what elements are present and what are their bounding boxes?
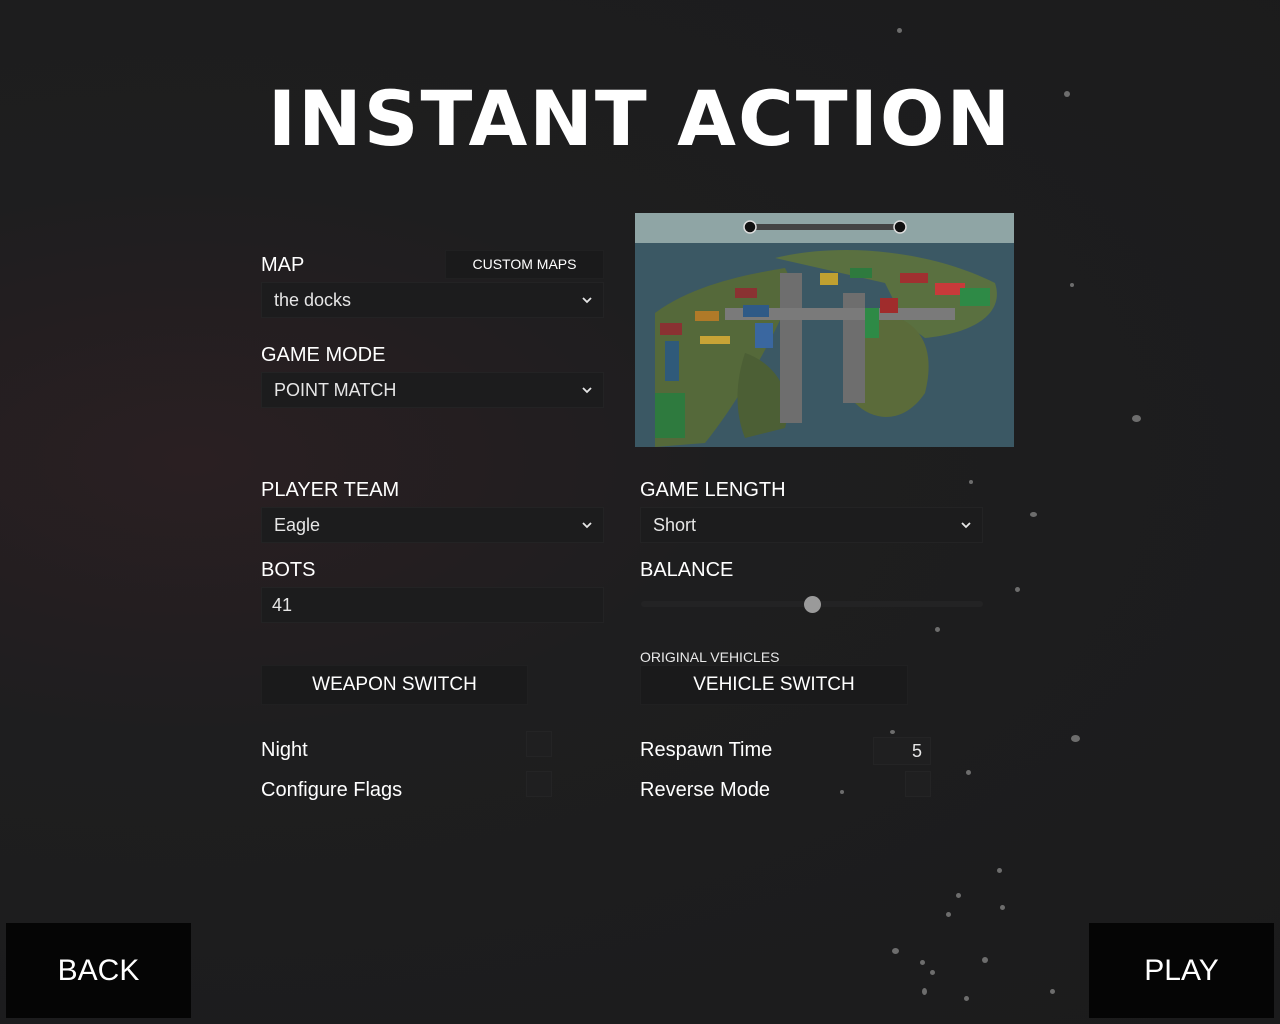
particle [969, 480, 973, 484]
game-mode-dropdown[interactable]: POINT MATCH [261, 372, 604, 408]
balance-label: BALANCE [640, 559, 734, 581]
weapon-switch-label: WEAPON SWITCH [312, 674, 477, 695]
map-dropdown-value: the docks [274, 290, 352, 310]
particle [997, 868, 1002, 873]
page-title: INSTANT ACTION [267, 74, 1013, 163]
chevron-down-icon [582, 522, 592, 529]
chevron-down-icon [961, 522, 971, 529]
particle [956, 893, 961, 898]
game-mode-label: GAME MODE [261, 344, 386, 366]
chevron-down-icon [582, 387, 592, 394]
custom-maps-button[interactable]: CUSTOM MAPS [445, 250, 604, 279]
player-team-label: PLAYER TEAM [261, 479, 400, 501]
night-checkbox[interactable] [526, 731, 552, 757]
particle [930, 970, 935, 975]
game-length-dropdown[interactable]: Short [640, 507, 983, 543]
bots-label: BOTS [261, 559, 316, 581]
reverse-mode-checkbox[interactable] [905, 771, 931, 797]
particle [1030, 512, 1037, 517]
game-length-label: GAME LENGTH [640, 479, 786, 501]
play-button[interactable]: PLAY [1089, 923, 1274, 1018]
game-length-dropdown-value: Short [653, 515, 697, 535]
back-button-label: BACK [57, 954, 140, 987]
particle [946, 912, 951, 917]
particle [890, 730, 895, 734]
game-mode-dropdown-value: POINT MATCH [274, 380, 397, 400]
vehicle-switch-button[interactable]: VEHICLE SWITCH [640, 665, 908, 705]
weapon-switch-button[interactable]: WEAPON SWITCH [261, 665, 528, 705]
bots-input-value: 41 [272, 595, 293, 615]
configure-flags-checkbox[interactable] [526, 771, 552, 797]
particle [920, 960, 925, 965]
map-dropdown[interactable]: the docks [261, 282, 604, 318]
respawn-time-value: 5 [911, 741, 922, 761]
balance-slider-handle[interactable] [804, 596, 821, 613]
map-preview-graphic [635, 213, 1014, 447]
particle [922, 988, 927, 995]
particle [892, 948, 899, 954]
respawn-time-label: Respawn Time [640, 739, 773, 761]
reverse-mode-label: Reverse Mode [640, 779, 771, 801]
map-label: MAP [261, 254, 305, 276]
particle [982, 957, 988, 963]
particle [964, 996, 969, 1001]
particle [966, 770, 971, 775]
particle [1015, 587, 1020, 592]
particle [935, 627, 940, 632]
bots-input[interactable]: 41 [261, 587, 604, 623]
custom-maps-label: CUSTOM MAPS [472, 256, 577, 272]
back-button[interactable]: BACK [6, 923, 191, 1018]
particle [1000, 905, 1005, 910]
particle [1071, 735, 1080, 742]
vehicle-switch-label: VEHICLE SWITCH [693, 674, 855, 695]
night-label: Night [261, 739, 308, 761]
map-preview-image [635, 213, 1014, 447]
respawn-time-input[interactable]: 5 [873, 737, 931, 765]
particle [897, 28, 902, 33]
configure-flags-label: Configure Flags [261, 779, 403, 801]
particle [1070, 283, 1074, 287]
player-team-dropdown[interactable]: Eagle [261, 507, 604, 543]
particle [1132, 415, 1141, 422]
player-team-dropdown-value: Eagle [274, 515, 321, 535]
chevron-down-icon [582, 297, 592, 304]
play-button-label: PLAY [1144, 954, 1219, 987]
particle [1050, 989, 1055, 994]
particle [840, 790, 844, 794]
original-vehicles-caption: ORIGINAL VEHICLES [640, 649, 780, 665]
